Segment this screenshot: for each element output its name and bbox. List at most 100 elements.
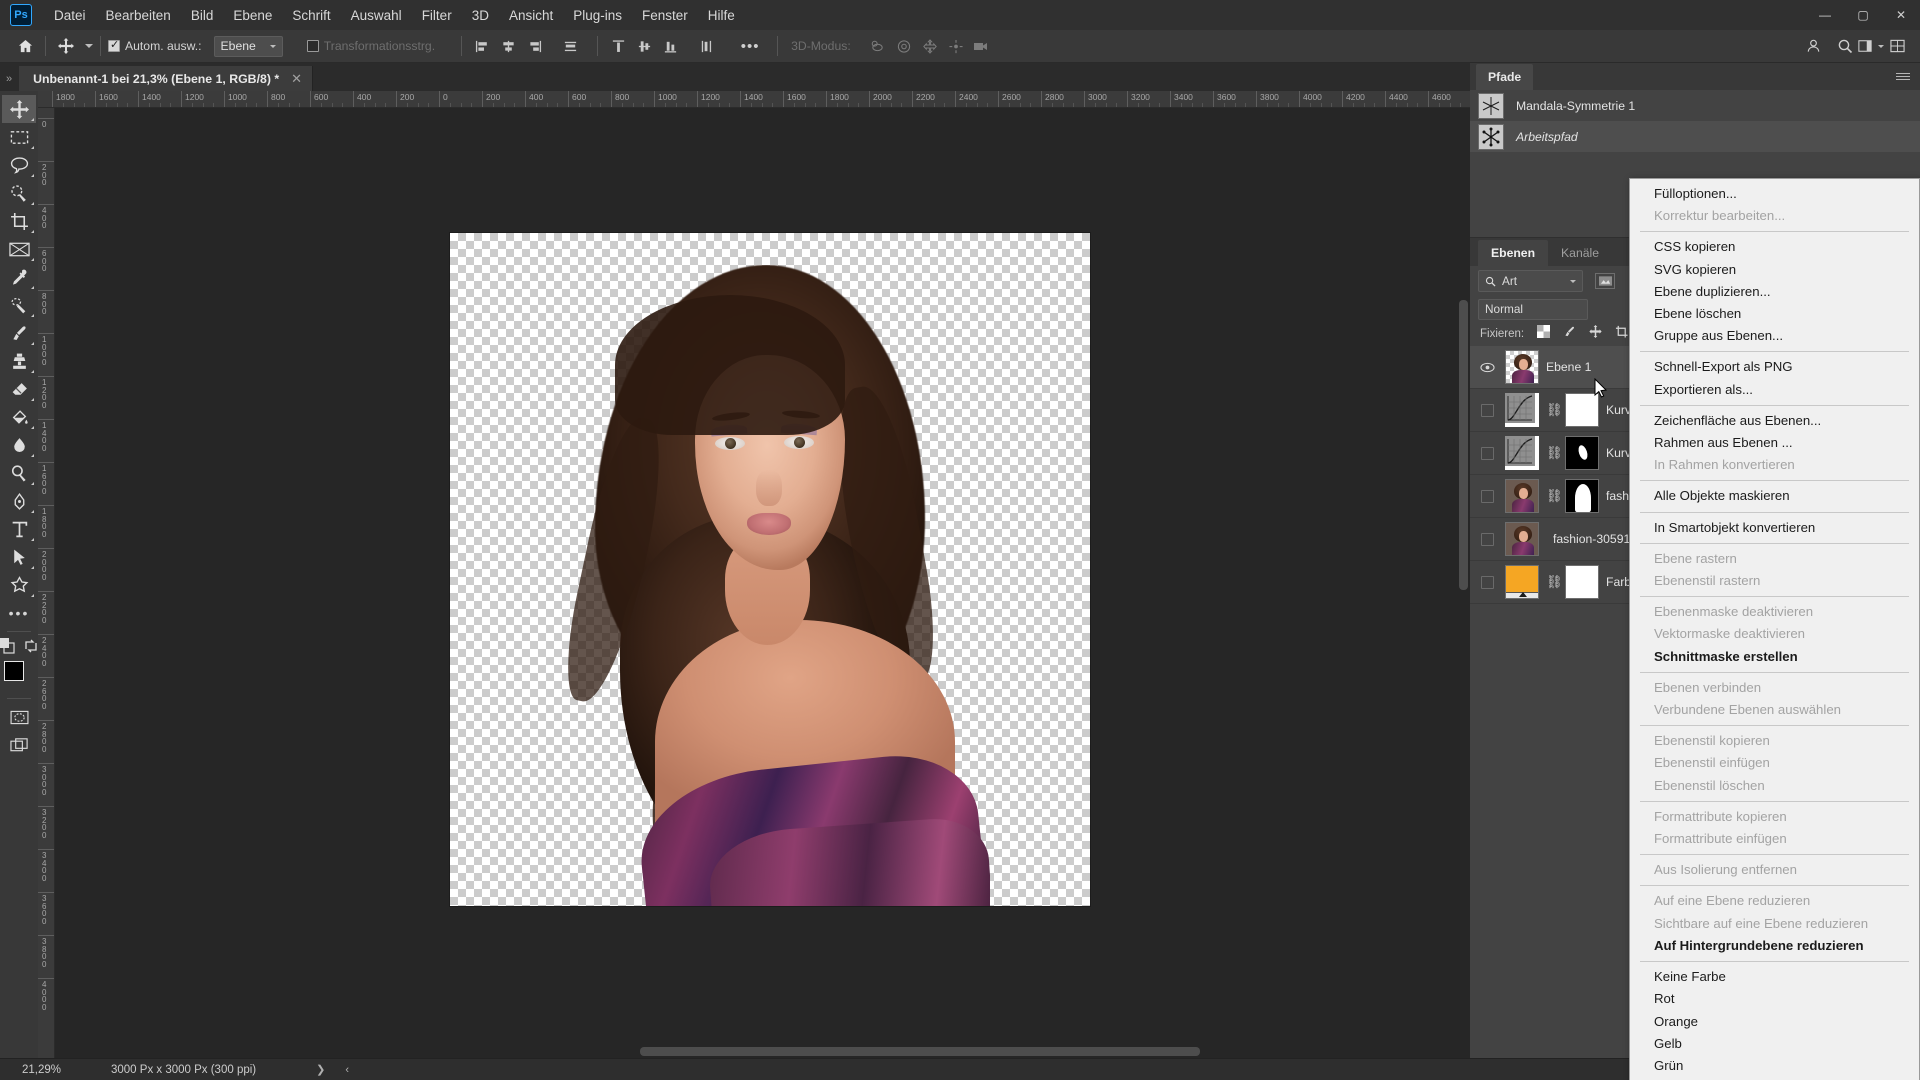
lock-artboard-icon[interactable] — [1615, 325, 1628, 343]
align-bottom-edges-icon[interactable] — [657, 34, 683, 58]
dodge-tool[interactable] — [2, 459, 36, 487]
context-menu-item[interactable]: Grün — [1630, 1055, 1919, 1077]
align-horizontal-centers-icon[interactable] — [495, 34, 521, 58]
align-vertical-centers-icon[interactable] — [631, 34, 657, 58]
context-menu-item[interactable]: Rahmen aus Ebenen ... — [1630, 432, 1919, 454]
layer-thumbnail[interactable] — [1505, 436, 1539, 470]
menu-hilfe[interactable]: Hilfe — [698, 4, 745, 27]
search-icon[interactable] — [1832, 34, 1858, 58]
context-menu-item[interactable]: Schnell-Export als PNG — [1630, 356, 1919, 378]
menu-3d[interactable]: 3D — [462, 4, 499, 27]
context-menu-item[interactable]: Schnittmaske erstellen — [1630, 646, 1919, 668]
layer-thumbnail[interactable] — [1505, 565, 1539, 599]
layer-mask-thumbnail[interactable] — [1565, 436, 1599, 470]
pan-3d-icon[interactable] — [917, 34, 943, 58]
layer-mask-thumbnail[interactable] — [1565, 479, 1599, 513]
context-menu-item[interactable]: Rot — [1630, 988, 1919, 1010]
default-colors-icon[interactable] — [0, 638, 15, 654]
foreground-color-swatch[interactable] — [4, 661, 24, 681]
lock-transparency-icon[interactable] — [1537, 325, 1551, 343]
move-tool[interactable] — [2, 95, 36, 123]
blur-tool[interactable] — [2, 431, 36, 459]
quick-mask-icon[interactable] — [2, 703, 36, 731]
close-button[interactable]: ✕ — [1882, 0, 1920, 30]
layer-visibility-toggle[interactable] — [1476, 532, 1498, 546]
layer-visibility-toggle[interactable] — [1476, 446, 1498, 460]
layer-visibility-icon[interactable] — [1476, 362, 1498, 373]
minimize-button[interactable]: — — [1806, 0, 1844, 30]
status-prev-icon[interactable]: ‹ — [335, 1064, 359, 1076]
lock-position-icon[interactable] — [1589, 325, 1602, 343]
menu-plugins[interactable]: Plug-ins — [563, 4, 632, 27]
slide-3d-icon[interactable] — [943, 34, 969, 58]
layer-thumbnail[interactable] — [1505, 393, 1539, 427]
eyedropper-tool[interactable] — [2, 263, 36, 291]
artboard-canvas[interactable] — [450, 233, 1090, 906]
clone-stamp-tool[interactable] — [2, 347, 36, 375]
home-icon[interactable] — [12, 34, 38, 58]
arrange-documents-icon[interactable] — [1884, 34, 1910, 58]
distribute-vertical-icon[interactable] — [693, 34, 719, 58]
menu-fenster[interactable]: Fenster — [632, 4, 698, 27]
context-menu-item[interactable]: Exportieren als... — [1630, 379, 1919, 401]
menu-bild[interactable]: Bild — [181, 4, 224, 27]
context-menu-item[interactable]: Gelb — [1630, 1033, 1919, 1055]
camera-3d-icon[interactable] — [969, 34, 995, 58]
context-menu-item[interactable]: Alle Objekte maskieren — [1630, 485, 1919, 507]
rectangular-marquee-tool[interactable] — [2, 123, 36, 151]
transform-controls-checkbox-box[interactable] — [306, 40, 319, 52]
context-menu-item[interactable]: Keine Farbe — [1630, 966, 1919, 988]
layer-filter-type-dropdown[interactable]: Art — [1478, 270, 1583, 292]
lock-image-icon[interactable] — [1563, 325, 1576, 343]
context-menu-item[interactable]: Ebene löschen — [1630, 303, 1919, 325]
horizontal-scrollbar[interactable] — [640, 1047, 1200, 1056]
transform-controls-checkbox[interactable]: Transformationsstrg. — [306, 39, 435, 53]
context-menu-item[interactable]: In Smartobjekt konvertieren — [1630, 517, 1919, 539]
zoom-level[interactable]: 21,29% — [0, 1064, 105, 1076]
tab-pfade[interactable]: Pfade — [1476, 63, 1534, 90]
auto-select-checkbox[interactable]: Autom. ausw.: — [108, 38, 202, 53]
mask-link-icon[interactable]: ⛓ — [1546, 574, 1563, 590]
frame-tool[interactable] — [2, 235, 36, 263]
menu-auswahl[interactable]: Auswahl — [341, 4, 412, 27]
menu-datei[interactable]: Datei — [44, 4, 96, 27]
close-icon[interactable]: ✕ — [291, 71, 302, 87]
menu-ebene[interactable]: Ebene — [223, 4, 282, 27]
layer-visibility-toggle[interactable] — [1476, 575, 1498, 589]
collapse-panels-icon[interactable]: » — [0, 73, 19, 91]
vertical-scrollbar[interactable] — [1459, 300, 1468, 590]
roll-3d-icon[interactable] — [891, 34, 917, 58]
auto-select-checkbox-box[interactable] — [108, 38, 120, 52]
share-icon[interactable] — [1800, 34, 1826, 58]
rotate-3d-icon[interactable] — [865, 34, 891, 58]
layer-visibility-toggle[interactable] — [1476, 403, 1498, 417]
context-menu-item[interactable]: Auf Hintergrundebene reduzieren — [1630, 935, 1919, 957]
tab-kanaele[interactable]: Kanäle — [1548, 240, 1612, 266]
menu-schrift[interactable]: Schrift — [282, 4, 340, 27]
context-menu-item[interactable]: CSS kopieren — [1630, 236, 1919, 258]
brush-tool[interactable] — [2, 319, 36, 347]
align-top-edges-icon[interactable] — [605, 34, 631, 58]
object-selection-tool[interactable] — [2, 179, 36, 207]
workspace-icon[interactable] — [1858, 34, 1884, 58]
healing-brush-tool[interactable] — [2, 291, 36, 319]
tab-ebenen[interactable]: Ebenen — [1478, 240, 1549, 266]
document-tab[interactable]: Unbenannt-1 bei 21,3% (Ebene 1, RGB/8) *… — [19, 66, 314, 91]
layer-thumbnail[interactable] — [1505, 350, 1539, 384]
more-options-icon[interactable]: ••• — [737, 34, 763, 58]
mask-link-icon[interactable]: ⛓ — [1546, 488, 1563, 504]
menu-ansicht[interactable]: Ansicht — [499, 4, 563, 27]
lasso-tool[interactable] — [2, 151, 36, 179]
menu-bearbeiten[interactable]: Bearbeiten — [96, 4, 181, 27]
edit-toolbar-button[interactable]: ••• — [2, 599, 36, 627]
blend-mode-dropdown[interactable]: Normal — [1478, 298, 1588, 320]
menu-filter[interactable]: Filter — [412, 4, 462, 27]
path-selection-tool[interactable] — [2, 543, 36, 571]
layer-thumbnail[interactable] — [1505, 522, 1539, 556]
status-next-icon[interactable]: ❯ — [306, 1063, 335, 1076]
maximize-button[interactable]: ▢ — [1844, 0, 1882, 30]
path-row-mandala[interactable]: Mandala-Symmetrie 1 — [1470, 90, 1920, 121]
panel-menu-icon[interactable] — [1896, 73, 1910, 80]
crop-tool[interactable] — [2, 207, 36, 235]
context-menu-item[interactable]: Orange — [1630, 1011, 1919, 1033]
